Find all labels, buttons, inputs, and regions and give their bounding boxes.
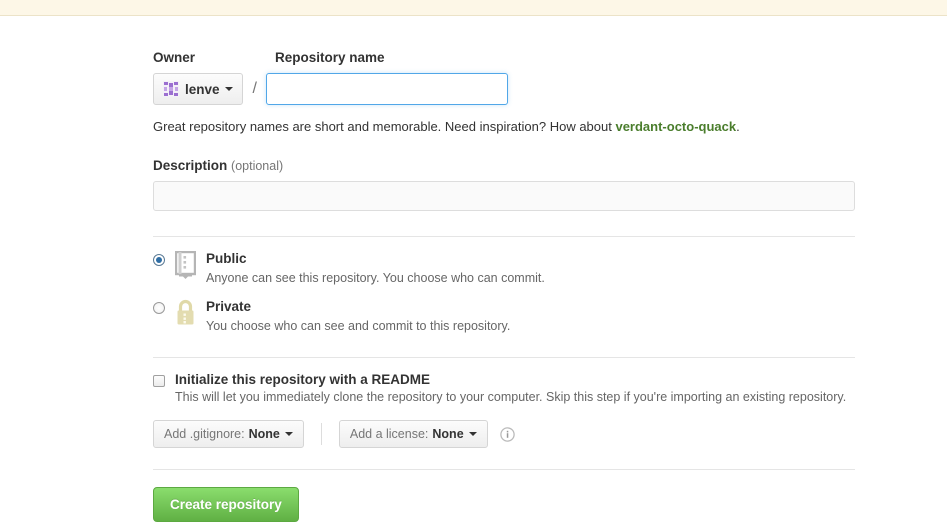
gitignore-dropdown-value: None <box>248 427 280 442</box>
public-title: Public <box>206 251 247 266</box>
owner-identicon-avatar <box>163 81 179 97</box>
license-dropdown-value: None <box>432 427 464 442</box>
public-radio-button[interactable] <box>153 254 165 266</box>
description-label: Description (optional) <box>153 158 855 173</box>
gitignore-dropdown[interactable]: Add .gitignore: None <box>153 420 304 449</box>
divider-before-submit <box>153 469 855 471</box>
create-repository-button[interactable]: Create repository <box>153 487 299 522</box>
owner-label: Owner <box>153 50 196 65</box>
hint-suffix-text: . <box>736 119 740 134</box>
visibility-option-private[interactable]: Private You choose who can see and commi… <box>153 298 855 335</box>
private-radio-button[interactable] <box>153 302 165 315</box>
initialize-readme-checkbox[interactable] <box>153 375 165 388</box>
lock-icon <box>177 300 194 325</box>
license-dropdown-prefix: Add a license: <box>349 427 429 442</box>
chevron-down-icon <box>284 432 293 437</box>
owner-name-row: lenve / <box>153 73 855 105</box>
chevron-down-icon <box>468 432 477 437</box>
repository-name-hint: Great repository names are short and mem… <box>153 119 855 134</box>
chevron-down-icon <box>224 87 233 91</box>
visibility-option-public[interactable]: Public Anyone can see this repository. Y… <box>153 250 855 287</box>
submit-row: Create repository <box>153 487 855 522</box>
field-label-row: Owner Repository name <box>153 50 855 65</box>
description-optional-text: (optional) <box>231 159 284 173</box>
repository-name-label: Repository name <box>275 50 385 65</box>
new-repository-form: Owner Repository name lenve / Great repo… <box>0 16 855 522</box>
private-option-text: Private You choose who can see and commi… <box>206 298 510 335</box>
repository-name-input[interactable] <box>265 73 508 105</box>
hint-prefix-text: Great repository names are short and mem… <box>153 119 616 134</box>
license-dropdown[interactable]: Add a license: None <box>338 420 488 449</box>
owner-name-text: lenve <box>185 81 220 97</box>
owner-select-button[interactable]: lenve <box>153 73 243 105</box>
public-option-text: Public Anyone can see this repository. Y… <box>206 250 545 287</box>
description-input[interactable] <box>153 181 855 211</box>
path-separator: / <box>252 80 257 97</box>
top-notice-banner <box>0 0 947 16</box>
private-title: Private <box>206 299 252 315</box>
info-circle-icon[interactable] <box>499 426 515 442</box>
divider-after-description <box>153 236 855 237</box>
divider-after-visibility <box>153 357 855 359</box>
template-dropdown-row: Add .gitignore: None Add a license: None <box>153 420 855 449</box>
dropdown-separator <box>320 423 322 446</box>
readme-title: Initialize this repository with a README <box>175 372 431 388</box>
visibility-options: Public Anyone can see this repository. Y… <box>153 250 855 335</box>
gitignore-dropdown-prefix: Add .gitignore: <box>164 427 245 442</box>
readme-description: This will let you immediately clone the … <box>175 390 847 405</box>
description-label-text: Description <box>153 158 228 173</box>
private-description: You choose who can see and commit to thi… <box>206 319 511 334</box>
suggested-name-link[interactable]: verdant-octo-quack <box>615 119 736 134</box>
initialize-readme-row[interactable]: Initialize this repository with a README… <box>153 372 855 404</box>
repo-book-icon <box>175 251 196 279</box>
public-description: Anyone can see this repository. You choo… <box>206 271 545 286</box>
readme-text-block: Initialize this repository with a README… <box>175 372 846 404</box>
